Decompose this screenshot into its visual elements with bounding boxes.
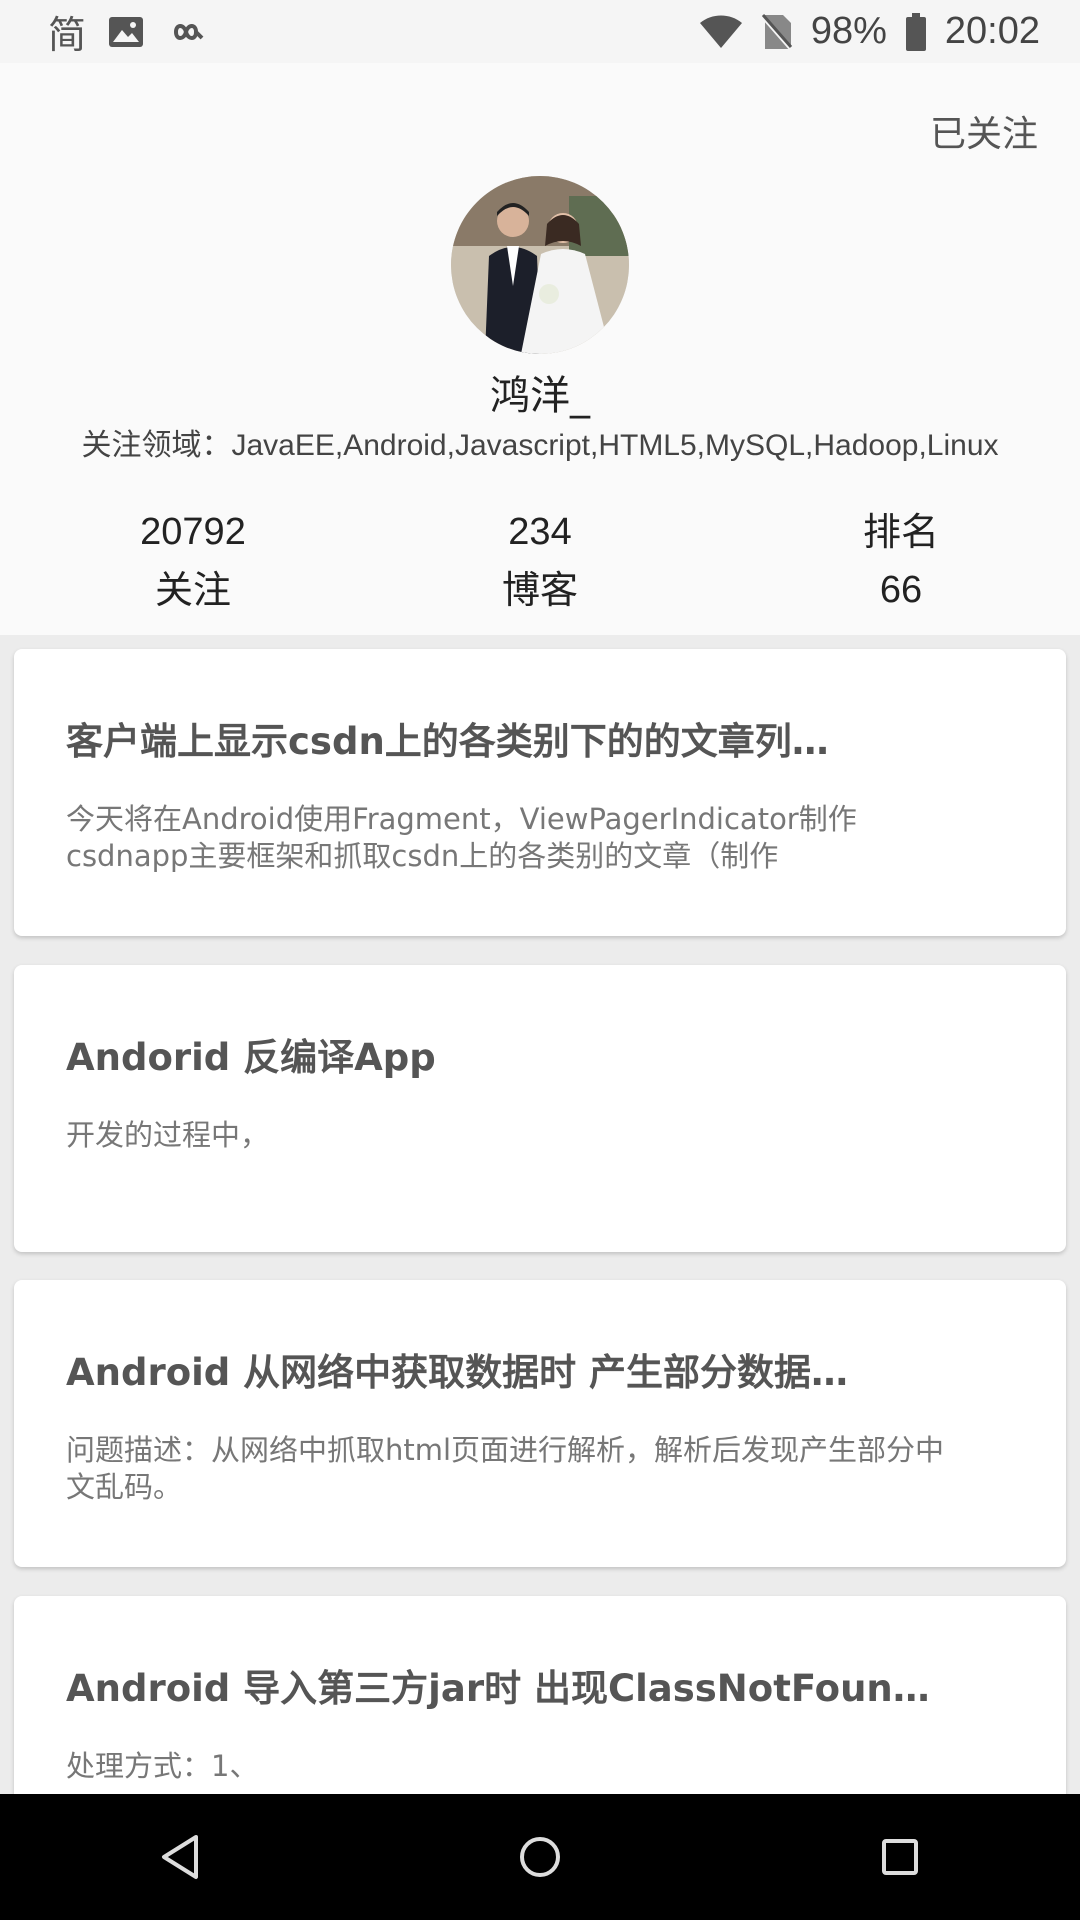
article-title: Andorid 反编译App	[66, 1036, 436, 1079]
follow-status-button[interactable]: 已关注	[930, 105, 1038, 157]
stat-bottom: 关注	[154, 568, 231, 612]
article-summary: 今天将在Android使用Fragment，ViewPagerIndicator…	[66, 802, 857, 873]
no-sim-icon	[761, 13, 793, 51]
profile-header: 已关注 鸿洋_ 关注领域：JavaEE,Android,Javascript,H…	[0, 63, 1080, 635]
stat-blogs[interactable]: 234 博客	[410, 503, 670, 619]
back-icon[interactable]	[120, 1817, 240, 1897]
home-icon[interactable]	[480, 1817, 600, 1897]
recents-icon[interactable]	[840, 1817, 960, 1897]
stat-top: 排名	[862, 510, 939, 554]
stat-top: 20792	[140, 511, 246, 553]
stats-row: 20792 关注 234 博客 排名 66	[0, 503, 1080, 623]
status-bar-left: 简	[48, 4, 206, 59]
image-icon	[108, 16, 144, 48]
status-bar: 简 98% 20:02	[0, 0, 1080, 63]
article-summary: 问题描述：从网络中抓取html页面进行解析，解析后发现产生部分中文乱码。	[66, 1433, 945, 1504]
clock: 20:02	[944, 10, 1040, 52]
avatar[interactable]	[451, 176, 629, 354]
battery-percent: 98%	[810, 10, 887, 52]
username: 鸿洋_	[490, 373, 590, 419]
status-bar-right: 98% 20:02	[699, 10, 1040, 53]
stat-top: 234	[508, 511, 572, 553]
article-card[interactable]: Andorid 反编译App 开发的过程中，	[14, 965, 1066, 1252]
infinity-icon	[166, 20, 206, 44]
article-card[interactable]: 客户端上显示csdn上的各类别下的的文章列… 今天将在Android使用Frag…	[14, 649, 1066, 936]
article-summary: 开发的过程中，	[66, 1118, 270, 1152]
navigation-bar	[0, 1794, 1080, 1920]
article-title: Android 导入第三方jar时 出现ClassNotFoun…	[66, 1667, 930, 1710]
article-card[interactable]: Android 从网络中获取数据时 产生部分数据… 问题描述：从网络中抓取htm…	[14, 1280, 1066, 1567]
article-title: 客户端上显示csdn上的各类别下的的文章列…	[66, 720, 829, 763]
article-summary: 处理方式：1、	[66, 1749, 259, 1783]
focus-domains: 关注领域：JavaEE,Android,Javascript,HTML5,MyS…	[81, 429, 999, 462]
stat-following[interactable]: 20792 关注	[63, 503, 323, 619]
stat-bottom: 博客	[501, 568, 578, 612]
stat-bottom: 66	[879, 569, 923, 611]
stat-rank[interactable]: 排名 66	[771, 503, 1031, 619]
wifi-icon	[699, 15, 743, 49]
battery-icon	[905, 12, 927, 51]
article-title: Android 从网络中获取数据时 产生部分数据…	[66, 1351, 849, 1394]
simplified-chinese-icon: 简	[48, 15, 87, 57]
